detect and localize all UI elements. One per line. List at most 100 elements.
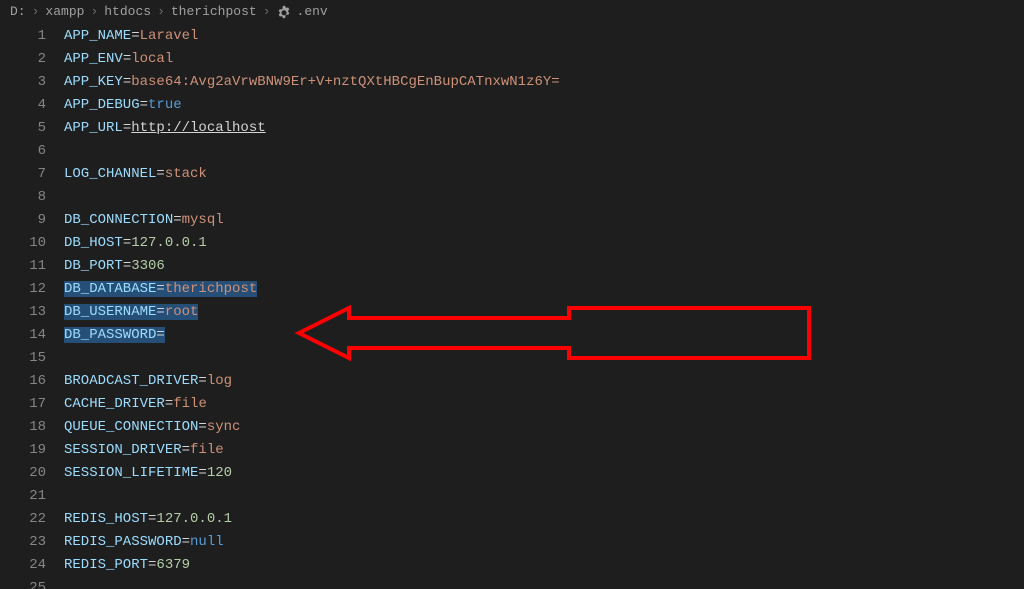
code-line[interactable]: APP_NAME=Laravel xyxy=(64,26,1024,49)
env-value: 120 xyxy=(207,465,232,481)
line-number: 2 xyxy=(0,49,46,72)
env-value: = xyxy=(123,235,131,251)
code-line[interactable]: APP_ENV=local xyxy=(64,49,1024,72)
breadcrumb-item[interactable]: xampp xyxy=(45,2,84,22)
line-number: 12 xyxy=(0,279,46,302)
code-line[interactable]: DB_PASSWORD= xyxy=(64,325,1024,348)
env-key: SESSION_LIFETIME xyxy=(64,465,198,481)
env-key: APP_ENV xyxy=(64,51,123,67)
env-key: DB_HOST xyxy=(64,235,123,251)
env-value: 127.0.0.1 xyxy=(131,235,207,251)
line-number-gutter: 1234567891011121314151617181920212223242… xyxy=(0,26,64,589)
code-line[interactable]: REDIS_HOST=127.0.0.1 xyxy=(64,509,1024,532)
chevron-right-icon: › xyxy=(90,2,98,22)
breadcrumb: D: › xampp › htdocs › therichpost › .env xyxy=(0,0,1024,24)
code-line[interactable]: CACHE_DRIVER=file xyxy=(64,394,1024,417)
code-line[interactable] xyxy=(64,348,1024,371)
env-key: DB_CONNECTION xyxy=(64,212,173,228)
code-line[interactable] xyxy=(64,578,1024,589)
env-value: Laravel xyxy=(140,28,199,44)
env-key: DB_PASSWORD xyxy=(64,327,156,343)
line-number: 7 xyxy=(0,164,46,187)
env-key: APP_URL xyxy=(64,120,123,136)
env-key: CACHE_DRIVER xyxy=(64,396,165,412)
code-line[interactable]: APP_DEBUG=true xyxy=(64,95,1024,118)
code-line[interactable] xyxy=(64,187,1024,210)
line-number: 22 xyxy=(0,509,46,532)
env-value: log xyxy=(207,373,232,389)
code-editor[interactable]: 1234567891011121314151617181920212223242… xyxy=(0,24,1024,589)
env-value: = xyxy=(123,74,131,90)
env-value: = xyxy=(182,534,190,550)
env-value: true xyxy=(148,97,182,113)
line-number: 17 xyxy=(0,394,46,417)
line-number: 3 xyxy=(0,72,46,95)
line-number: 5 xyxy=(0,118,46,141)
code-line[interactable]: DB_DATABASE=therichpost xyxy=(64,279,1024,302)
code-line[interactable]: BROADCAST_DRIVER=log xyxy=(64,371,1024,394)
env-value: = xyxy=(198,373,206,389)
code-line[interactable] xyxy=(64,141,1024,164)
line-number: 10 xyxy=(0,233,46,256)
env-value: = xyxy=(198,419,206,435)
env-value: therichpost xyxy=(165,281,257,297)
code-line[interactable]: REDIS_PASSWORD=null xyxy=(64,532,1024,555)
env-value: 3306 xyxy=(131,258,165,274)
code-line[interactable]: DB_USERNAME=root xyxy=(64,302,1024,325)
line-number: 19 xyxy=(0,440,46,463)
env-key: BROADCAST_DRIVER xyxy=(64,373,198,389)
env-key: REDIS_HOST xyxy=(64,511,148,527)
line-number: 20 xyxy=(0,463,46,486)
line-number: 6 xyxy=(0,141,46,164)
line-number: 15 xyxy=(0,348,46,371)
env-key: REDIS_PASSWORD xyxy=(64,534,182,550)
env-value: file xyxy=(173,396,207,412)
env-value: sync xyxy=(207,419,241,435)
line-number: 16 xyxy=(0,371,46,394)
breadcrumb-item[interactable]: htdocs xyxy=(104,2,151,22)
env-value: = xyxy=(165,396,173,412)
env-value: local xyxy=(131,51,173,67)
env-value: = xyxy=(198,465,206,481)
line-number: 11 xyxy=(0,256,46,279)
code-line[interactable]: SESSION_DRIVER=file xyxy=(64,440,1024,463)
line-number: 1 xyxy=(0,26,46,49)
env-key: APP_KEY xyxy=(64,74,123,90)
code-line[interactable]: REDIS_PORT=6379 xyxy=(64,555,1024,578)
code-line[interactable] xyxy=(64,486,1024,509)
code-line[interactable]: APP_KEY=base64:Avg2aVrwBNW9Er+V+nztQXtHB… xyxy=(64,72,1024,95)
env-value: 6379 xyxy=(156,557,190,573)
chevron-right-icon: › xyxy=(157,2,165,22)
env-value: null xyxy=(190,534,224,550)
env-value: = xyxy=(156,304,164,320)
code-line[interactable]: DB_CONNECTION=mysql xyxy=(64,210,1024,233)
env-value: = xyxy=(156,327,164,343)
line-number: 25 xyxy=(0,578,46,589)
code-line[interactable]: DB_HOST=127.0.0.1 xyxy=(64,233,1024,256)
env-value: = xyxy=(156,281,164,297)
env-value: root xyxy=(165,304,199,320)
code-line[interactable]: LOG_CHANNEL=stack xyxy=(64,164,1024,187)
env-value: = xyxy=(131,28,139,44)
code-area[interactable]: APP_NAME=LaravelAPP_ENV=localAPP_KEY=bas… xyxy=(64,26,1024,589)
env-value: = xyxy=(123,51,131,67)
env-key: DB_PORT xyxy=(64,258,123,274)
env-value: file xyxy=(190,442,224,458)
line-number: 8 xyxy=(0,187,46,210)
code-line[interactable]: APP_URL=http://localhost xyxy=(64,118,1024,141)
env-key: APP_DEBUG xyxy=(64,97,140,113)
breadcrumb-item[interactable]: .env xyxy=(297,2,328,22)
line-number: 23 xyxy=(0,532,46,555)
code-line[interactable]: QUEUE_CONNECTION=sync xyxy=(64,417,1024,440)
chevron-right-icon: › xyxy=(263,2,271,22)
line-number: 4 xyxy=(0,95,46,118)
line-number: 9 xyxy=(0,210,46,233)
env-value: stack xyxy=(165,166,207,182)
breadcrumb-item[interactable]: therichpost xyxy=(171,2,257,22)
line-number: 21 xyxy=(0,486,46,509)
env-value: = xyxy=(123,120,131,136)
code-line[interactable]: SESSION_LIFETIME=120 xyxy=(64,463,1024,486)
env-key: DB_USERNAME xyxy=(64,304,156,320)
breadcrumb-item[interactable]: D: xyxy=(10,2,26,22)
code-line[interactable]: DB_PORT=3306 xyxy=(64,256,1024,279)
